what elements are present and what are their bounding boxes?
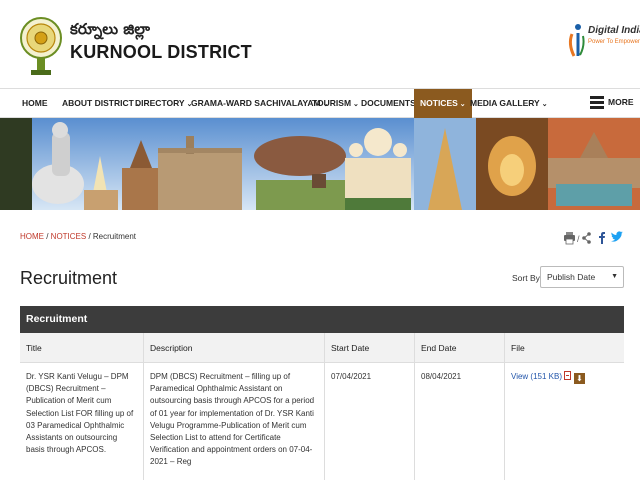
breadcrumb-separator: / <box>44 232 51 241</box>
table-row: Dr. YSR Kanti Velugu – DPM (DBCS) Recrui… <box>20 363 624 480</box>
chevron-down-icon: ⌄ <box>459 101 466 108</box>
more-menu-button[interactable]: MORE <box>608 88 634 117</box>
breadcrumb-separator: / <box>86 232 93 241</box>
cell-start-date: 07/04/2021 <box>324 363 414 480</box>
facebook-icon[interactable] <box>599 232 605 244</box>
nav-item-directory[interactable]: DIRECTORY ⌄ <box>135 89 192 118</box>
nav-item-label: MEDIA GALLERY <box>470 98 540 108</box>
nav-item-label: NOTICES <box>420 98 458 108</box>
nav-item-label: ABOUT DISTRICT <box>62 98 134 108</box>
column-header-end-date: End Date <box>414 333 504 363</box>
share-icon[interactable] <box>582 232 591 244</box>
site-title-telugu: కర్నూలు జిల్లా <box>70 20 150 38</box>
nav-item-about-district[interactable]: ABOUT DISTRICT ⌄ <box>62 89 142 118</box>
sort-by-select[interactable]: Publish Date ▼ <box>540 266 624 288</box>
breadcrumb-current: Recruitment <box>92 232 137 241</box>
column-header-start-date: Start Date <box>324 333 414 363</box>
share-separator: / <box>577 234 580 244</box>
table-header-row: Title Description Start Date End Date Fi… <box>20 333 624 363</box>
print-icon[interactable] <box>564 232 575 245</box>
chevron-down-icon: ⌄ <box>541 101 548 108</box>
nav-item-label: TOURISM <box>312 98 352 108</box>
chevron-down-icon: ⌄ <box>353 101 359 108</box>
share-tools: / <box>562 231 624 245</box>
column-header-description: Description <box>143 333 324 363</box>
digital-india-title: Digital India <box>588 25 640 36</box>
ap-state-emblem-icon[interactable] <box>20 8 62 78</box>
view-file-link[interactable]: View (151 KB) <box>511 372 562 381</box>
menu-icon[interactable] <box>590 96 604 109</box>
chevron-down-icon: ▼ <box>611 273 618 280</box>
nav-item-home[interactable]: HOME <box>22 89 48 118</box>
breadcrumb: HOME / NOTICES / Recruitment <box>20 232 136 241</box>
sort-by-label: Sort By: <box>512 273 543 283</box>
page-title: Recruitment <box>20 268 118 288</box>
download-icon[interactable]: ⬇ <box>574 373 585 384</box>
site-title-english: KURNOOL DISTRICT <box>70 42 252 62</box>
nav-item-label: DIRECTORY <box>135 98 185 108</box>
nav-item-tourism[interactable]: TOURISM ⌄ <box>312 89 359 118</box>
site-title[interactable]: కర్నూలు జిల్లా KURNOOL DISTRICT <box>70 20 252 63</box>
column-header-title: Title <box>26 343 42 353</box>
twitter-icon[interactable] <box>611 231 623 242</box>
heritage-banner-image <box>0 118 640 210</box>
main-nav: HOME ABOUT DISTRICT ⌄ DIRECTORY ⌄ GRAMA-WA… <box>0 88 640 118</box>
digital-india-icon <box>568 24 585 57</box>
cell-end-date: 08/04/2021 <box>414 363 504 480</box>
nav-item-notices[interactable]: NOTICES ⌄ <box>414 89 472 118</box>
site-header: కర్నూలు జిల్లా KURNOOL DISTRICT Digital … <box>0 0 640 88</box>
column-header-file: File <box>504 333 624 363</box>
nav-item-label: GRAMA-WARD SACHIVALAYAM <box>191 98 321 108</box>
cell-file: View (151 KB) ⬇ <box>504 363 624 480</box>
sort-by-value: Publish Date <box>547 272 596 282</box>
cell-title: Dr. YSR Kanti Velugu – DPM (DBCS) Recrui… <box>26 372 134 455</box>
nav-item-media-gallery[interactable]: MEDIA GALLERY ⌄ <box>470 89 548 118</box>
page: కర్నూలు జిల్లా KURNOOL DISTRICT Digital … <box>0 0 640 480</box>
breadcrumb-home-link[interactable]: HOME <box>20 232 44 241</box>
digital-india-logo[interactable]: Digital India Power To Empower <box>566 22 640 62</box>
digital-india-tagline: Power To Empower <box>588 39 640 45</box>
cell-description: DPM (DBCS) Recruitment – filling up of P… <box>143 363 324 480</box>
table-caption: Recruitment <box>20 306 624 333</box>
breadcrumb-notices-link[interactable]: NOTICES <box>51 232 87 241</box>
nav-item-label: HOME <box>22 98 48 108</box>
nav-item-label: DOCUMENTS <box>361 98 416 108</box>
nav-item-grama-ward-sachivalayam[interactable]: GRAMA-WARD SACHIVALAYAM ⌄ <box>191 89 328 118</box>
pdf-icon <box>564 371 571 380</box>
